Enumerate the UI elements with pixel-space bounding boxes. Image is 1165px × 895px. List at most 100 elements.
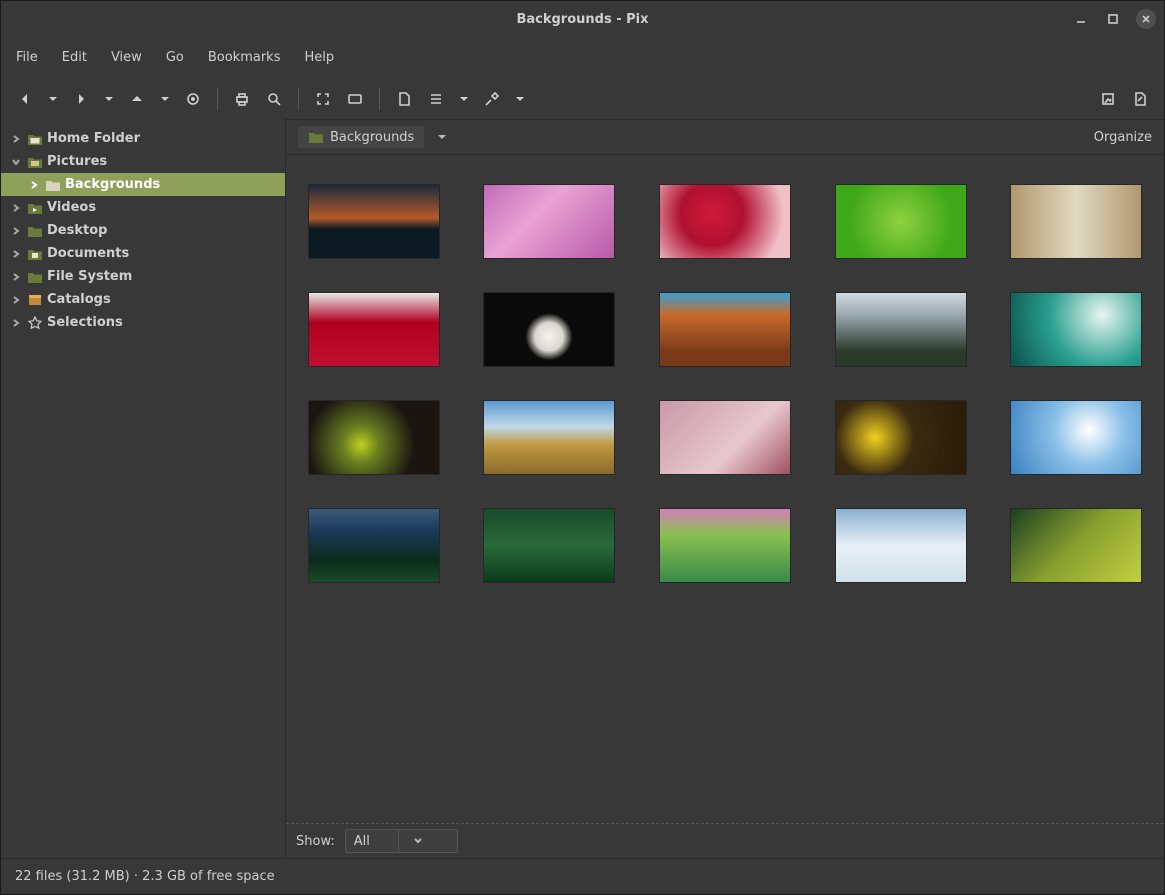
thumbnail-image[interactable] <box>1011 185 1141 258</box>
expand-icon[interactable] <box>9 319 23 327</box>
thumbnail[interactable] <box>823 185 979 258</box>
minimize-button[interactable] <box>1072 10 1090 28</box>
thumbnail-image[interactable] <box>660 401 790 474</box>
expand-icon[interactable] <box>27 181 41 189</box>
thumbnail-image[interactable] <box>309 509 439 582</box>
thumbnail-image[interactable] <box>836 293 966 366</box>
expand-icon[interactable] <box>9 227 23 235</box>
thumbnail[interactable] <box>998 185 1154 258</box>
new-file-button[interactable] <box>390 85 418 113</box>
tree-pictures[interactable]: Pictures <box>1 150 285 173</box>
menu-help[interactable]: Help <box>293 46 345 69</box>
thumbnail-image[interactable] <box>484 401 614 474</box>
expand-icon[interactable] <box>9 204 23 212</box>
breadcrumb-label: Backgrounds <box>330 130 414 145</box>
thumbnail[interactable] <box>823 401 979 474</box>
breadcrumb-current[interactable]: Backgrounds <box>298 126 424 148</box>
thumbnail-image[interactable] <box>1011 293 1141 366</box>
thumbnail[interactable] <box>647 185 803 258</box>
tree-catalogs[interactable]: Catalogs <box>1 288 285 311</box>
filter-select[interactable]: All <box>345 829 458 853</box>
thumbnail[interactable] <box>647 293 803 366</box>
thumbnail-image[interactable] <box>484 293 614 366</box>
view-mode-button[interactable] <box>422 85 450 113</box>
search-button[interactable] <box>260 85 288 113</box>
thumbnail-image[interactable] <box>660 509 790 582</box>
tree-selections[interactable]: Selections <box>1 311 285 334</box>
folder-icon <box>45 177 61 193</box>
menu-view[interactable]: View <box>100 46 153 69</box>
expand-icon[interactable] <box>9 250 23 258</box>
tree-backgrounds[interactable]: Backgrounds <box>1 173 285 196</box>
fullscreen-button[interactable] <box>309 85 337 113</box>
thumbnail[interactable] <box>296 185 452 258</box>
thumbnail[interactable] <box>998 509 1154 582</box>
view-mode-dropdown[interactable] <box>454 85 474 113</box>
catalogs-icon <box>27 292 43 308</box>
close-button[interactable] <box>1136 9 1156 29</box>
expand-icon[interactable] <box>9 296 23 304</box>
tree-label: Backgrounds <box>65 177 160 192</box>
thumbnail-image[interactable] <box>309 401 439 474</box>
expand-icon[interactable] <box>9 158 23 166</box>
tree-videos[interactable]: Videos <box>1 196 285 219</box>
edit-image-button[interactable] <box>1126 85 1154 113</box>
nav-back-button[interactable] <box>11 85 39 113</box>
nav-up-button[interactable] <box>123 85 151 113</box>
thumbnail[interactable] <box>998 401 1154 474</box>
thumbnail-image[interactable] <box>1011 509 1141 582</box>
menu-file[interactable]: File <box>5 46 49 69</box>
nav-forward-dropdown[interactable] <box>99 85 119 113</box>
thumbnail[interactable] <box>296 401 452 474</box>
thumbnail[interactable] <box>998 293 1154 366</box>
folder-desktop-icon <box>27 223 43 239</box>
slideshow-button[interactable] <box>341 85 369 113</box>
status-text: 22 files (31.2 MB) · 2.3 GB of free spac… <box>15 869 275 884</box>
tree-documents[interactable]: Documents <box>1 242 285 265</box>
thumbnail-image[interactable] <box>1011 401 1141 474</box>
thumbnail[interactable] <box>823 293 979 366</box>
thumbnail-image[interactable] <box>660 185 790 258</box>
nav-back-dropdown[interactable] <box>43 85 63 113</box>
thumbnail[interactable] <box>823 509 979 582</box>
thumbnail[interactable] <box>296 509 452 582</box>
thumbnail[interactable] <box>472 185 628 258</box>
nav-up-dropdown[interactable] <box>155 85 175 113</box>
tree-label: File System <box>47 269 132 284</box>
chevron-down-icon <box>398 830 457 852</box>
print-button[interactable] <box>228 85 256 113</box>
nav-forward-button[interactable] <box>67 85 95 113</box>
thumbnail[interactable] <box>472 401 628 474</box>
maximize-button[interactable] <box>1104 10 1122 28</box>
tree-label: Desktop <box>47 223 107 238</box>
thumbnail-image[interactable] <box>309 293 439 366</box>
thumbnail-image[interactable] <box>484 185 614 258</box>
menu-go[interactable]: Go <box>155 46 195 69</box>
menu-edit[interactable]: Edit <box>51 46 98 69</box>
thumbnail-image[interactable] <box>836 401 966 474</box>
thumbnail-area[interactable] <box>286 155 1164 823</box>
tools-button[interactable] <box>478 85 506 113</box>
thumbnail-image[interactable] <box>660 293 790 366</box>
thumbnail[interactable] <box>472 509 628 582</box>
reload-button[interactable] <box>179 85 207 113</box>
breadcrumb-dropdown[interactable] <box>430 132 454 142</box>
thumbnail-image[interactable] <box>309 185 439 258</box>
thumbnail-image[interactable] <box>836 509 966 582</box>
expand-icon[interactable] <box>9 273 23 281</box>
tree-desktop[interactable]: Desktop <box>1 219 285 242</box>
folder-home-icon <box>27 131 43 147</box>
thumbnail[interactable] <box>647 401 803 474</box>
expand-icon[interactable] <box>9 135 23 143</box>
thumbnail-image[interactable] <box>484 509 614 582</box>
properties-button[interactable] <box>1094 85 1122 113</box>
organize-button[interactable]: Organize <box>1094 130 1152 145</box>
tree-filesystem[interactable]: File System <box>1 265 285 288</box>
thumbnail[interactable] <box>296 293 452 366</box>
tools-dropdown[interactable] <box>510 85 530 113</box>
menu-bookmarks[interactable]: Bookmarks <box>197 46 292 69</box>
thumbnail[interactable] <box>472 293 628 366</box>
tree-home-folder[interactable]: Home Folder <box>1 127 285 150</box>
thumbnail-image[interactable] <box>836 185 966 258</box>
thumbnail[interactable] <box>647 509 803 582</box>
